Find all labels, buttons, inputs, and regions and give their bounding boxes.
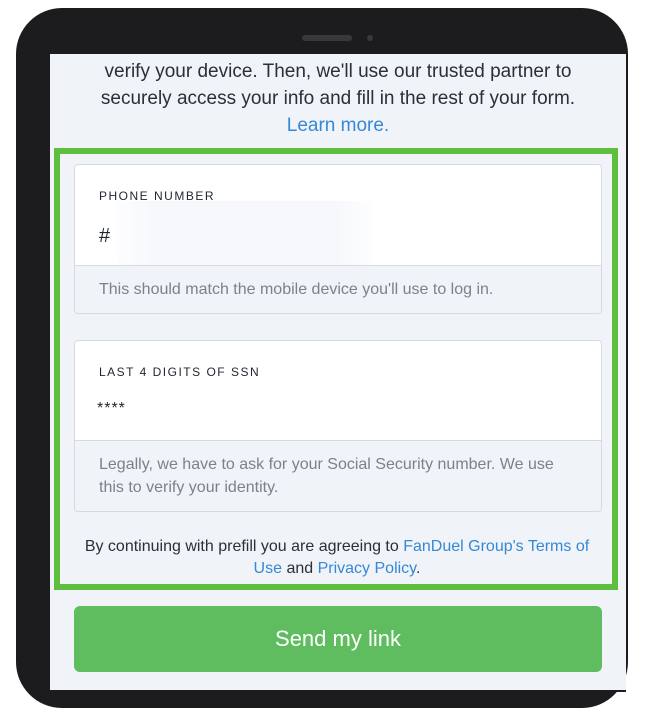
- ssn-help: Legally, we have to ask for your Social …: [75, 440, 601, 511]
- terms-suffix: .: [415, 560, 421, 577]
- terms-prefix: By continuing with prefill you are agree…: [84, 538, 404, 555]
- prefill-form-highlight: PHONE NUMBER # This should match the mob…: [54, 148, 618, 590]
- intro-line-1: verify your device. Then, we'll use our …: [104, 61, 572, 82]
- phone-frame: verify your device. Then, we'll use our …: [16, 8, 628, 708]
- intro-line-2: securely access your info and fill in th…: [100, 88, 576, 109]
- ssn-input[interactable]: [97, 389, 567, 429]
- phone-screen: verify your device. Then, we'll use our …: [50, 54, 626, 692]
- ssn-label: LAST 4 DIGITS OF SSN: [99, 365, 261, 379]
- speaker-grille: [302, 35, 352, 41]
- front-camera: [367, 35, 373, 41]
- terms-text: By continuing with prefill you are agree…: [74, 536, 600, 580]
- ssn-field: LAST 4 DIGITS OF SSN Legally, we have to…: [74, 340, 602, 512]
- phone-number-field: PHONE NUMBER # This should match the mob…: [74, 164, 602, 314]
- intro-text: verify your device. Then, we'll use our …: [50, 58, 626, 139]
- send-my-link-button[interactable]: Send my link: [74, 606, 602, 672]
- privacy-policy-link[interactable]: Privacy Policy: [318, 560, 416, 577]
- phone-prefix: #: [99, 225, 111, 247]
- terms-middle: and: [282, 560, 318, 577]
- phone-number-input[interactable]: [117, 217, 367, 257]
- phone-number-help: This should match the mobile device you'…: [75, 265, 601, 313]
- screen-bottom-edge: [50, 690, 626, 692]
- learn-more-link[interactable]: Learn more.: [287, 115, 389, 136]
